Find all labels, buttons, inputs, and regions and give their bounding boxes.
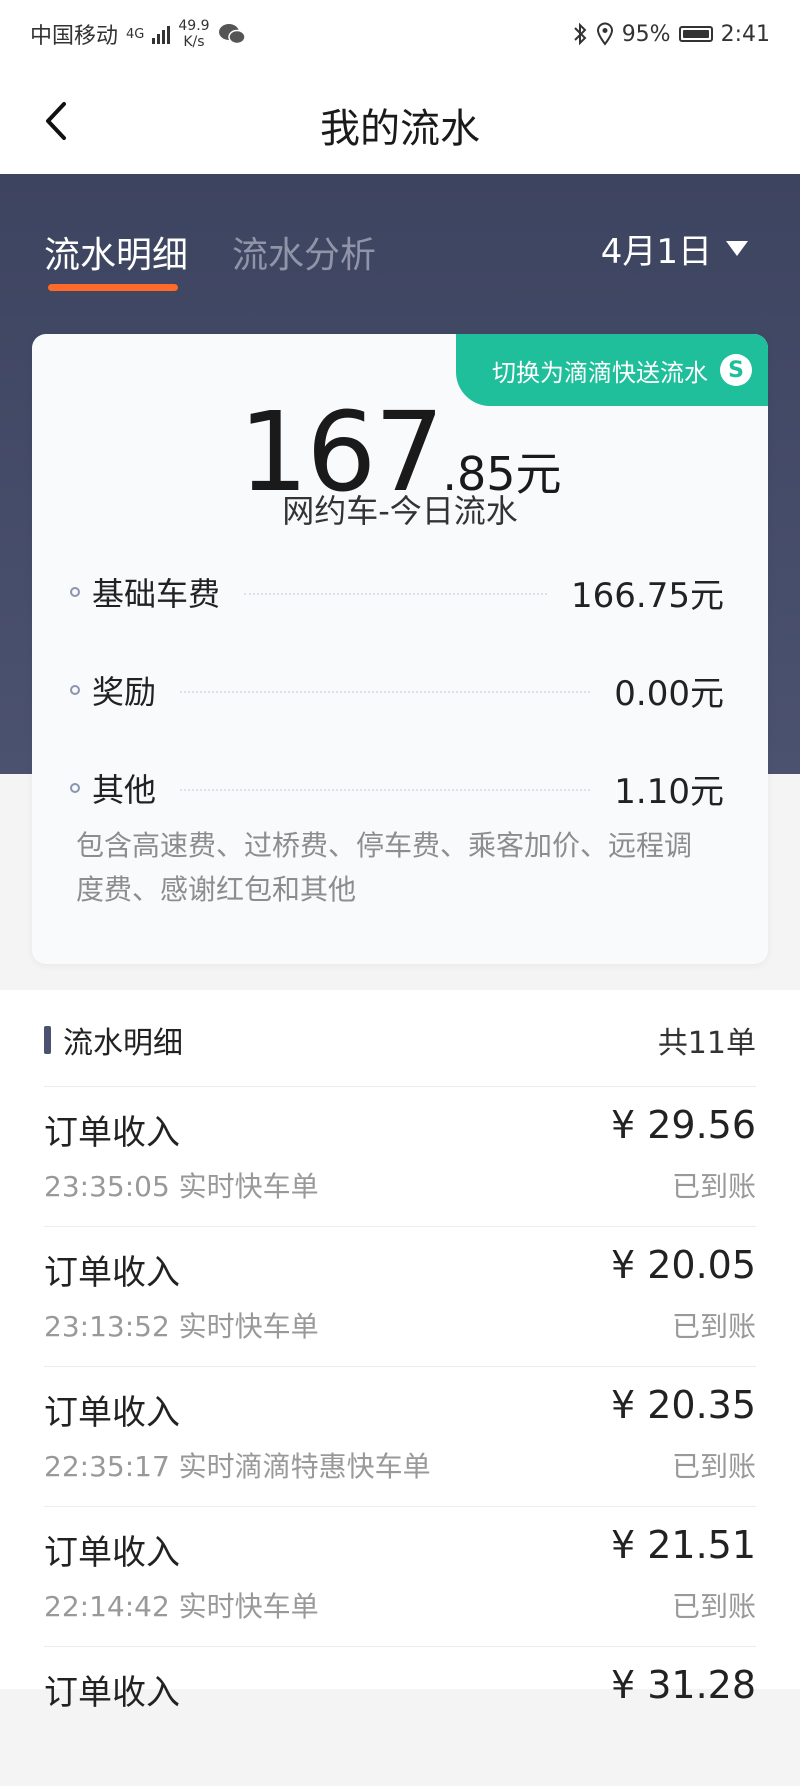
item-status: 已到账 xyxy=(671,1310,756,1343)
bullet-icon xyxy=(70,587,80,597)
status-left: 中国移动 4G 49.9 K/s xyxy=(30,18,246,50)
fee-name: 其他 xyxy=(92,771,157,809)
clock: 2:41 xyxy=(720,21,770,47)
list-item[interactable]: 订单收入 22:35:17 实时滴滴特惠快车单 ¥ 20.35 已到账 xyxy=(44,1366,756,1506)
item-amount: ¥ 31.28 xyxy=(610,1663,756,1707)
item-status: 已到账 xyxy=(671,1450,756,1483)
dropdown-triangle-icon xyxy=(726,241,748,256)
item-title: 订单收入 xyxy=(44,1393,180,1433)
network-speed: 49.9 K/s xyxy=(178,18,209,50)
item-amount: ¥ 20.05 xyxy=(610,1243,756,1287)
battery-icon xyxy=(678,26,713,42)
switch-label: 切换为滴滴快送流水 xyxy=(492,358,708,387)
wechat-icon xyxy=(218,24,246,45)
tab-flow-analysis[interactable]: 流水分析 xyxy=(232,226,376,278)
speed-unit: K/s xyxy=(183,34,205,50)
date-picker[interactable]: 4月1日 xyxy=(601,224,748,273)
list-title: 流水明细 xyxy=(63,1026,183,1061)
active-tab-indicator xyxy=(48,284,178,291)
list-header: 流水明细 共11单 xyxy=(44,1018,756,1062)
fee-value: 166.75元 xyxy=(571,575,724,616)
item-type: 实时快车单 xyxy=(178,1310,319,1343)
nav-bar: 我的流水 xyxy=(0,68,800,174)
item-status: 已到账 xyxy=(671,1590,756,1623)
section-marker xyxy=(44,1026,51,1054)
bullet-icon xyxy=(70,685,80,695)
item-amount: ¥ 20.35 xyxy=(610,1383,756,1427)
fee-row-other: 其他 1.10元 xyxy=(70,768,724,812)
item-title: 订单收入 xyxy=(44,1253,180,1293)
tab-flow-detail[interactable]: 流水明细 xyxy=(44,226,188,278)
item-title: 订单收入 xyxy=(44,1673,180,1713)
dotted-leader xyxy=(244,593,548,595)
item-type: 实时快车单 xyxy=(178,1590,319,1623)
fee-value: 0.00元 xyxy=(614,673,724,714)
date-label: 4月1日 xyxy=(600,232,712,272)
signal-icon xyxy=(152,24,171,44)
network-type: 4G xyxy=(126,26,145,42)
order-items: 订单收入 23:35:05 实时快车单 ¥ 29.56 已到账 订单收入 23:… xyxy=(44,1086,756,1786)
flow-detail-list: 流水明细 共11单 订单收入 23:35:05 实时快车单 ¥ 29.56 已到… xyxy=(0,990,800,1713)
item-subtitle: 23:13:52 实时快车单 xyxy=(44,1305,319,1345)
fee-name: 奖励 xyxy=(92,673,157,711)
fee-row-base: 基础车费 166.75元 xyxy=(70,572,724,616)
location-icon xyxy=(596,22,613,46)
carrier-name: 中国移动 xyxy=(30,24,119,49)
bullet-icon xyxy=(70,783,80,793)
list-title-group: 流水明细 xyxy=(44,1018,183,1062)
item-time: 22:35:17 xyxy=(44,1450,170,1483)
item-subtitle: 23:35:05 实时快车单 xyxy=(44,1165,319,1205)
amount-label: 网约车-今日流水 xyxy=(282,492,518,530)
list-item[interactable]: 订单收入 23:35:05 实时快车单 ¥ 29.56 已到账 xyxy=(44,1086,756,1226)
list-item[interactable]: 订单收入 22:14:42 实时快车单 ¥ 21.51 已到账 xyxy=(44,1506,756,1646)
item-type: 实时快车单 xyxy=(178,1170,319,1203)
battery-percent: 95% xyxy=(621,21,671,47)
item-status: 已到账 xyxy=(671,1170,756,1203)
list-item[interactable]: 订单收入 ¥ 31.28 xyxy=(44,1646,756,1786)
didi-delivery-icon: S xyxy=(720,354,752,386)
fee-row-reward: 奖励 0.00元 xyxy=(70,670,724,714)
item-subtitle: 22:14:42 实时快车单 xyxy=(44,1585,319,1625)
status-bar: 中国移动 4G 49.9 K/s 95% 2:41 xyxy=(0,0,800,68)
speed-value: 49.9 xyxy=(178,18,210,34)
item-amount: ¥ 29.56 xyxy=(610,1103,756,1147)
fee-value: 1.10元 xyxy=(614,771,724,812)
item-title: 订单收入 xyxy=(44,1533,180,1573)
dotted-leader xyxy=(180,691,591,693)
item-time: 23:35:05 xyxy=(44,1170,170,1203)
list-item[interactable]: 订单收入 23:13:52 实时快车单 ¥ 20.05 已到账 xyxy=(44,1226,756,1366)
dotted-leader xyxy=(180,789,591,791)
page-title: 我的流水 xyxy=(320,106,480,152)
item-type: 实时滴滴特惠快车单 xyxy=(178,1450,431,1483)
item-amount: ¥ 21.51 xyxy=(610,1523,756,1567)
status-right: 95% 2:41 xyxy=(572,22,770,47)
income-summary-card: 切换为滴滴快送流水 S 167.85元 网约车-今日流水 基础车费 166.75… xyxy=(32,334,768,964)
bluetooth-icon xyxy=(573,22,587,46)
fee-name: 基础车费 xyxy=(92,575,221,613)
order-count: 共11单 xyxy=(657,1026,756,1061)
item-subtitle: 22:35:17 实时滴滴特惠快车单 xyxy=(44,1445,431,1485)
item-time: 23:13:52 xyxy=(44,1310,170,1343)
item-time: 22:14:42 xyxy=(44,1590,170,1623)
item-title: 订单收入 xyxy=(44,1113,180,1153)
other-fee-note: 包含高速费、过桥费、停车费、乘客加价、远程调度费、感谢红包和其他 xyxy=(76,829,693,906)
